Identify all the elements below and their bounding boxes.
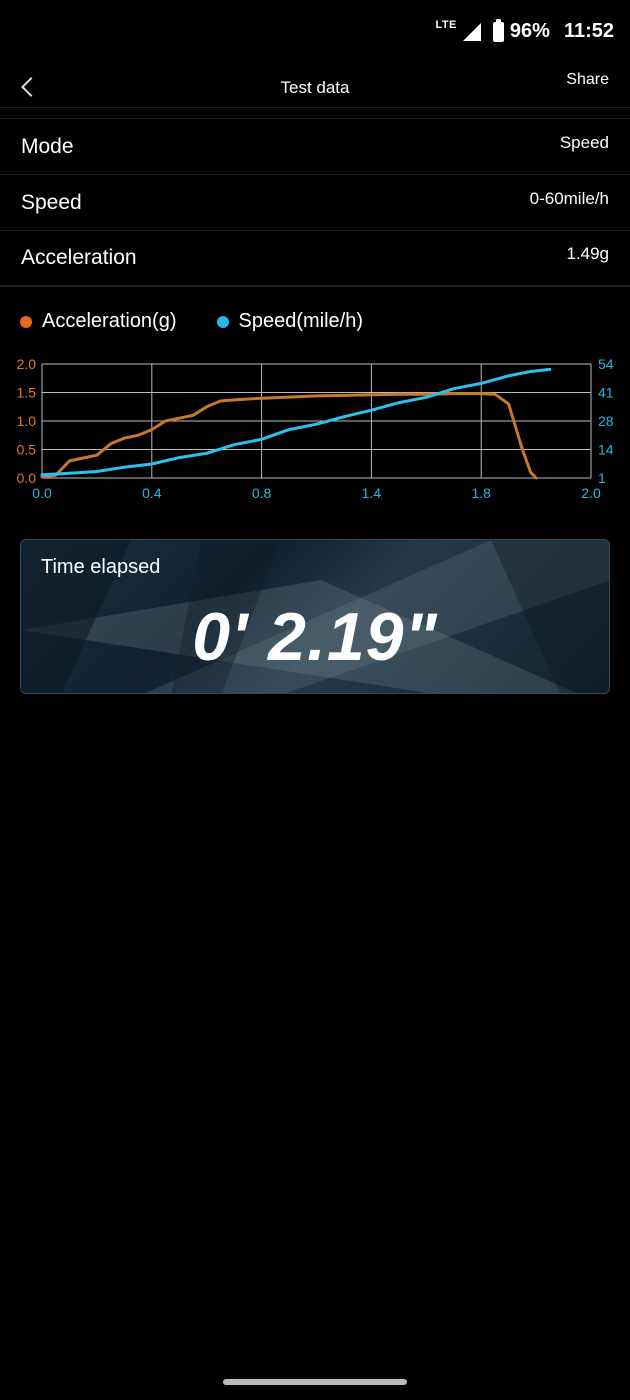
- right-axis-tick: 14: [598, 442, 614, 458]
- left-axis-tick: 2.0: [17, 356, 37, 372]
- legend-dot-speed: [216, 315, 229, 328]
- legend-item-acceleration: Acceleration(g): [20, 310, 177, 333]
- acceleration-speed-chart: 2.0 1.5 1.0 0.5 0.0 54 41 28 14 1 0.0 0.4 0.8 1.4 1.8 2…: [0, 352, 630, 502]
- battery-icon: [492, 18, 504, 42]
- top-app-bar: Test data Share: [0, 62, 630, 108]
- x-axis-tick: 0.0: [32, 485, 52, 501]
- status-icons: LTE 96% 11:52: [435, 18, 614, 43]
- left-axis-tick: 0.5: [17, 442, 37, 458]
- info-row-speed: Speed 0-60mile/h: [0, 175, 630, 231]
- chart-svg: 2.0 1.5 1.0 0.5 0.0 54 41 28 14 1 0.0 0.4 0.8 1.4 1.8 2…: [17, 356, 614, 501]
- info-row-acceleration: Acceleration 1.49g: [0, 231, 630, 287]
- legend-dot-acceleration: [20, 315, 32, 328]
- left-axis-tick: 0.0: [17, 470, 37, 486]
- info-value: 1.49g: [566, 244, 609, 263]
- right-axis-tick: 28: [598, 413, 614, 429]
- share-button[interactable]: Share: [566, 71, 609, 89]
- info-label: Speed: [21, 190, 82, 214]
- legend-item-speed: Speed(mile/h): [216, 310, 364, 333]
- acceleration-series-line: [40, 392, 538, 480]
- info-row-mode: Mode Speed: [0, 119, 630, 175]
- x-axis-tick: 1.4: [362, 485, 382, 501]
- info-value: 0-60mile/h: [529, 188, 609, 208]
- time-elapsed-card: Time elapsed 0' 2.19": [20, 539, 610, 694]
- battery-percent: 96%: [509, 20, 550, 42]
- x-axis-tick: 2.0: [581, 485, 601, 501]
- left-axis-tick: 1.0: [17, 413, 37, 429]
- x-axis-tick: 0.4: [142, 485, 162, 501]
- right-axis-tick: 1: [598, 470, 606, 486]
- network-type: LTE: [435, 18, 457, 31]
- x-axis-tick: 0.8: [252, 485, 272, 501]
- status-bar: LTE 96% 11:52: [0, 0, 630, 62]
- right-axis-tick: 41: [598, 385, 614, 401]
- home-indicator[interactable]: [223, 1379, 407, 1385]
- info-label: Mode: [21, 134, 74, 158]
- chart-legend: Acceleration(g) Speed(mile/h): [20, 310, 403, 333]
- page-title: Test data: [280, 78, 350, 97]
- time-elapsed-label: Time elapsed: [41, 556, 161, 578]
- right-axis-tick: 54: [598, 356, 614, 372]
- left-axis-tick: 1.5: [17, 385, 37, 401]
- legend-label: Acceleration(g): [42, 310, 177, 332]
- clock: 11:52: [563, 20, 614, 42]
- speed-series-line: [40, 367, 552, 477]
- time-elapsed-value: 0' 2.19": [192, 599, 438, 675]
- x-axis-tick: 1.8: [471, 485, 491, 501]
- signal-icon: [462, 22, 481, 41]
- test-info-list: Mode Speed Speed 0-60mile/h Acceleration…: [0, 118, 630, 287]
- info-value: Speed: [559, 132, 609, 152]
- info-label: Acceleration: [21, 246, 137, 269]
- legend-label: Speed(mile/h): [238, 310, 364, 332]
